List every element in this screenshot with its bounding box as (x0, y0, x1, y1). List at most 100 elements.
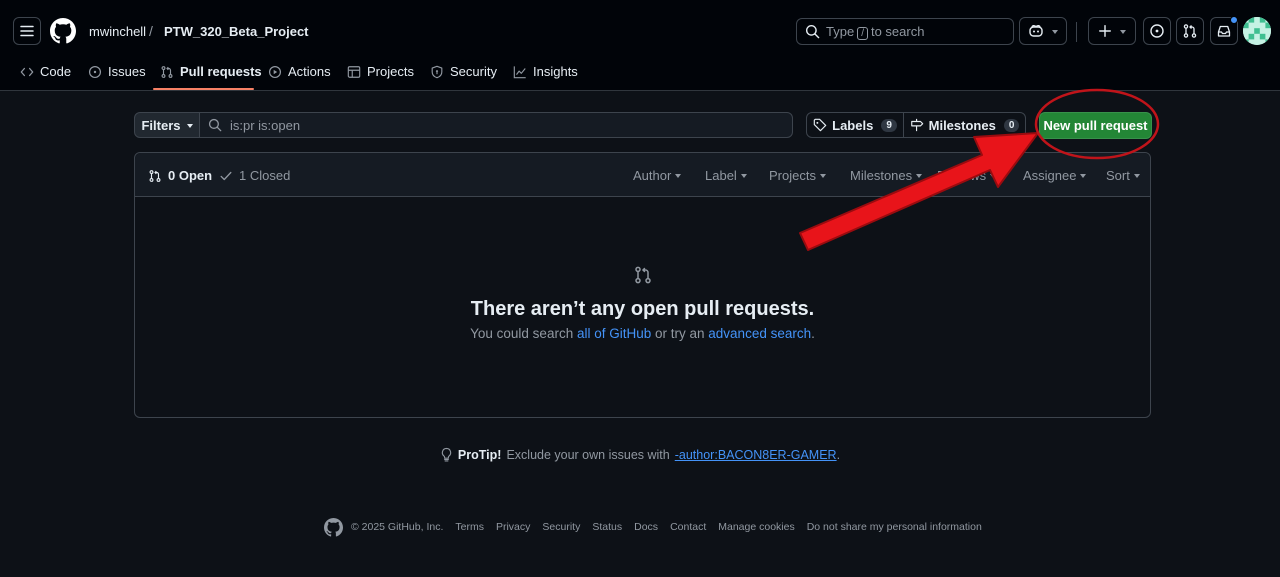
search-input[interactable]: Type / to search (796, 18, 1014, 45)
chevron-down-icon (675, 174, 682, 178)
tab-insights-label: Insights (533, 64, 578, 79)
sort-dropdown[interactable]: Sort (1106, 168, 1140, 183)
plus-icon (1099, 25, 1111, 37)
milestones-count-badge: 0 (1003, 118, 1020, 132)
search-icon (805, 24, 820, 39)
labels-count-badge: 9 (881, 118, 897, 132)
github-logo-icon[interactable] (324, 517, 343, 537)
create-new-button[interactable] (1088, 17, 1136, 45)
breadcrumb-separator: / (149, 23, 153, 39)
app-header: mwinchell / PTW_320_Beta_Project Type / to… (0, 0, 1280, 91)
empty-text-2: or try an (651, 326, 709, 341)
tab-code[interactable]: Code (20, 58, 71, 91)
sort-label: Sort (1106, 168, 1130, 183)
footer-link-contact[interactable]: Contact (670, 521, 706, 533)
labels-button[interactable]: Labels 9 (806, 112, 904, 138)
list-header: 0 Open 1 Closed Author Label Projects Mi… (135, 153, 1150, 197)
projects-filter[interactable]: Projects (769, 168, 826, 183)
search-icon (208, 118, 222, 132)
light-bulb-icon (441, 447, 452, 462)
top-bar: mwinchell / PTW_320_Beta_Project Type / to… (0, 0, 1280, 62)
tab-issues[interactable]: Issues (88, 58, 146, 91)
milestones-filter-label: Milestones (850, 168, 913, 183)
milestones-filter[interactable]: Milestones (850, 168, 923, 183)
tag-icon (813, 118, 827, 132)
tab-security[interactable]: Security (430, 58, 497, 91)
footer-link-terms[interactable]: Terms (455, 521, 484, 533)
chevron-down-icon (740, 174, 747, 178)
play-icon (268, 65, 282, 79)
empty-state-description: You could search all of GitHub or try an… (135, 326, 1150, 341)
footer-link-privacy[interactable]: Privacy (496, 521, 530, 533)
issues-button[interactable] (1143, 17, 1171, 45)
author-filter[interactable]: Author (633, 168, 682, 183)
header-divider (1076, 22, 1077, 42)
user-avatar[interactable] (1243, 17, 1271, 45)
search-placeholder: Type / to search (826, 24, 924, 40)
git-pull-request-icon (149, 169, 161, 182)
chevron-down-icon (916, 174, 923, 178)
repo-owner-link[interactable]: mwinchell (89, 24, 146, 39)
label-filter[interactable]: Label (705, 168, 747, 183)
tab-projects-label: Projects (367, 64, 414, 79)
check-icon (220, 171, 232, 180)
tab-actions-label: Actions (288, 64, 331, 79)
chevron-down-icon (819, 174, 826, 178)
footer-link-security[interactable]: Security (542, 521, 580, 533)
hamburger-menu-button[interactable] (13, 17, 41, 45)
chevron-down-icon (990, 174, 997, 178)
git-pull-request-icon (161, 66, 173, 78)
author-filter-label: Author (633, 168, 672, 183)
assignee-filter[interactable]: Assignee (1023, 168, 1087, 183)
all-of-github-link[interactable]: all of GitHub (577, 326, 651, 341)
reviews-filter[interactable]: Reviews (937, 168, 997, 183)
repo-tabs: Code Issues Pull requests Actions Projec… (0, 58, 1280, 91)
tab-code-label: Code (40, 64, 72, 79)
tab-actions[interactable]: Actions (268, 58, 331, 91)
milestones-button[interactable]: Milestones 0 (903, 112, 1026, 138)
empty-text-3: . (811, 326, 815, 341)
git-pull-request-icon (635, 266, 651, 284)
three-bars-icon (20, 25, 34, 37)
tab-pull-requests[interactable]: Pull requests (160, 58, 262, 91)
chevron-down-icon (1080, 174, 1087, 178)
tab-insights[interactable]: Insights (513, 58, 578, 91)
pull-request-list: 0 Open 1 Closed Author Label Projects Mi… (134, 152, 1151, 418)
open-filter-link[interactable]: 0 Open (148, 168, 212, 183)
copilot-icon (1029, 24, 1043, 37)
projects-filter-label: Projects (769, 168, 816, 183)
footer-link-do-not-share[interactable]: Do not share my personal information (807, 521, 982, 533)
advanced-search-link[interactable]: advanced search (708, 326, 811, 341)
chevron-down-icon (1120, 29, 1126, 34)
git-pull-request-icon (1183, 24, 1197, 38)
tab-issues-label: Issues (108, 64, 146, 79)
repo-name-link[interactable]: PTW_320_Beta_Project (164, 24, 309, 39)
graph-icon (513, 66, 526, 79)
footer-link-docs[interactable]: Docs (634, 521, 658, 533)
closed-filter-link[interactable]: 1 Closed (219, 168, 290, 183)
filter-search-input[interactable]: is:pr is:open (199, 112, 793, 138)
inbox-icon (1217, 25, 1231, 37)
issue-opened-icon (1150, 24, 1164, 38)
protip-label: ProTip! (457, 447, 502, 462)
empty-state-title: There aren’t any open pull requests. (470, 298, 815, 320)
tab-projects[interactable]: Projects (347, 58, 414, 91)
copilot-button[interactable] (1019, 17, 1067, 45)
footer-copyright: © 2025 GitHub, Inc. (351, 521, 444, 533)
protip-author-link[interactable]: -author:BACON8ER-GAMER (675, 448, 837, 462)
active-tab-indicator (153, 88, 254, 90)
github-logo-icon[interactable] (50, 18, 76, 44)
issue-opened-icon (88, 65, 102, 79)
search-prefix: Type (826, 23, 855, 39)
chevron-down-icon (1133, 174, 1140, 178)
assignee-filter-label: Assignee (1023, 168, 1077, 183)
milestone-icon (910, 118, 923, 132)
identicon-icon (1243, 17, 1271, 45)
footer-link-status[interactable]: Status (592, 521, 622, 533)
new-pull-request-button[interactable]: New pull request (1039, 112, 1152, 139)
label-filter-label: Label (705, 168, 737, 183)
footer-link-manage-cookies[interactable]: Manage cookies (718, 521, 794, 533)
pull-requests-button[interactable] (1176, 17, 1204, 45)
filters-dropdown-button[interactable]: Filters (134, 112, 200, 138)
chevron-down-icon (186, 123, 193, 128)
